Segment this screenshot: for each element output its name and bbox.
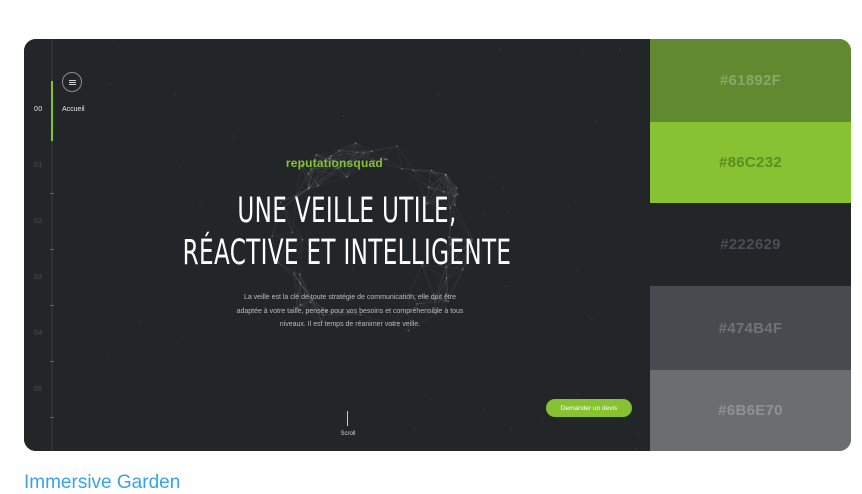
request-quote-button[interactable]: Demander un devis xyxy=(546,399,632,417)
menu-icon[interactable] xyxy=(62,72,82,92)
palette-swatch-2: #86C232 xyxy=(650,122,851,203)
hero-headline: UNE VEILLE UTILE, RÉACTIVE ET INTELLIGEN… xyxy=(134,190,560,274)
nav-tick xyxy=(50,193,54,194)
nav-tick xyxy=(50,249,54,250)
swatch-hex-label: #86C232 xyxy=(719,154,782,171)
palette-swatch-1: #61892F xyxy=(650,39,851,122)
swatch-hex-label: #222629 xyxy=(720,236,781,253)
swatch-hex-label: #474B4F xyxy=(719,320,783,337)
nav-item-02[interactable]: 02 xyxy=(34,218,42,225)
brand-name: reputationsquad xyxy=(286,156,383,170)
desc-line-1: La veille est la clé de toute stratégie … xyxy=(220,291,480,305)
palette-swatch-3: #222629 xyxy=(650,203,851,286)
palette-swatch-5: #6B6E70 xyxy=(650,370,851,451)
headline-line-1: UNE VEILLE UTILE, xyxy=(134,190,560,232)
website-preview-card[interactable]: 00 Accueil 01 02 03 04 05 reputationsqua… xyxy=(24,39,851,451)
hero-description: La veille est la clé de toute stratégie … xyxy=(220,291,480,332)
nav-tick xyxy=(50,417,54,418)
scroll-label[interactable]: Scroll xyxy=(334,431,362,437)
swatch-hex-label: #6B6E70 xyxy=(718,402,783,419)
palette-swatch-4: #474B4F xyxy=(650,286,851,370)
nav-item-04[interactable]: 04 xyxy=(34,330,42,337)
brand-trademark: ™ xyxy=(383,158,388,164)
nav-item-03[interactable]: 03 xyxy=(34,274,42,281)
nav-item-00[interactable]: 00 xyxy=(34,106,42,113)
nav-tick xyxy=(50,361,54,362)
desc-line-3: niveaux. Il est temps de réanimer votre … xyxy=(220,318,480,332)
scroll-indicator-line xyxy=(347,411,348,426)
swatch-hex-label: #61892F xyxy=(720,72,781,89)
nav-item-label-accueil[interactable]: Accueil xyxy=(62,106,85,113)
website-hero: 00 Accueil 01 02 03 04 05 reputationsqua… xyxy=(24,39,650,451)
color-palette: #61892F #86C232 #222629 #474B4F #6B6E70 xyxy=(650,39,851,451)
headline-line-2: RÉACTIVE ET INTELLIGENTE xyxy=(134,232,560,274)
nav-item-05[interactable]: 05 xyxy=(34,386,42,393)
nav-tick xyxy=(50,305,54,306)
brand-logo[interactable]: reputationsquad™ xyxy=(24,156,650,170)
nav-rail-active-indicator xyxy=(51,81,53,141)
desc-line-2: adaptée à votre taille, pensée pour vos … xyxy=(220,305,480,319)
